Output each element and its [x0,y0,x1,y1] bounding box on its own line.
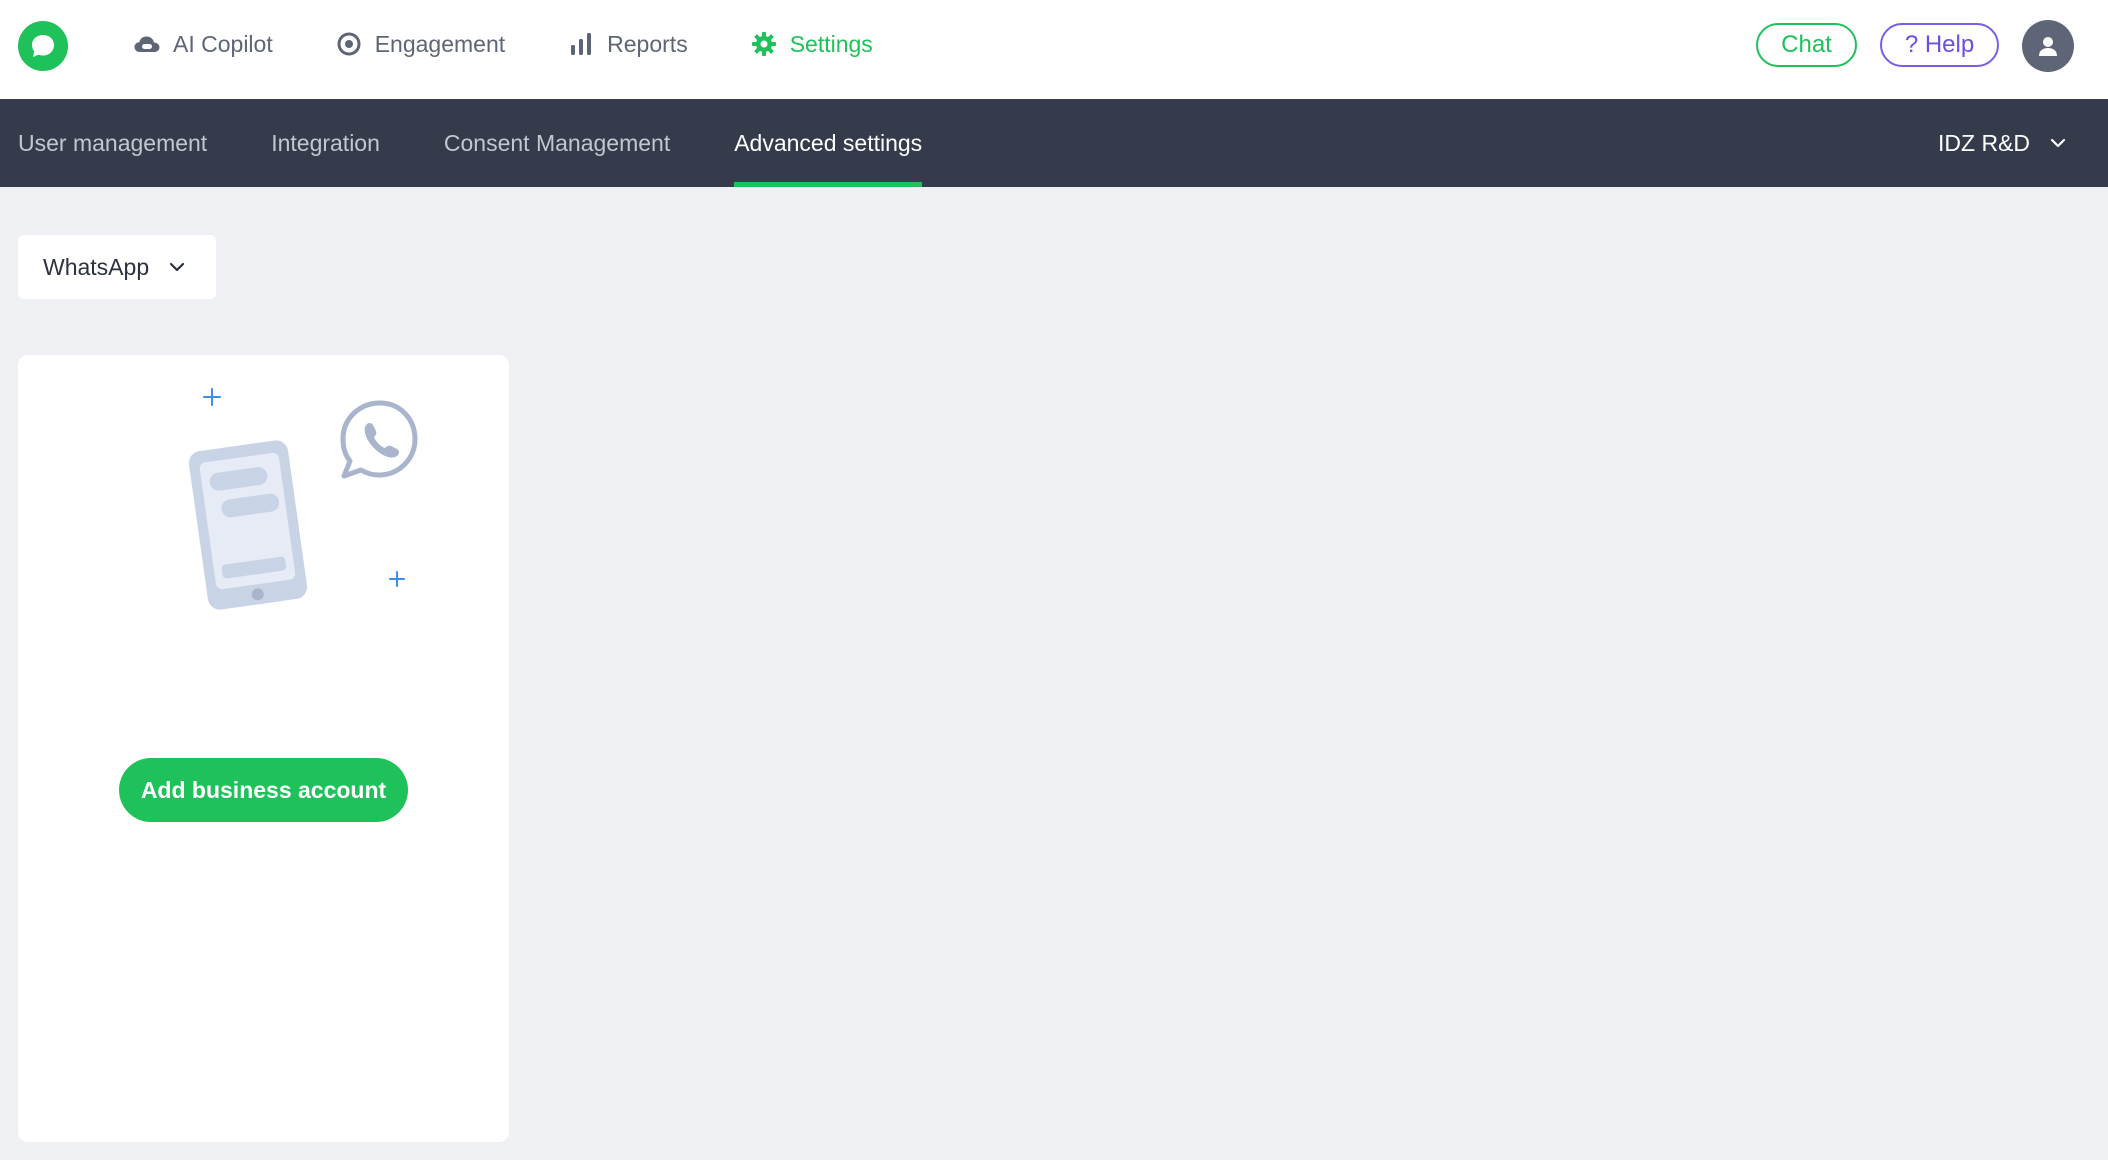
org-switcher[interactable]: IDZ R&D [1938,99,2066,187]
chat-bubble-icon [32,35,54,57]
nav-reports[interactable]: Reports [567,30,688,58]
help-button[interactable]: ? Help [1880,23,1999,67]
nav-label: Engagement [374,30,506,57]
target-icon [335,30,363,58]
avatar[interactable] [2022,20,2074,72]
channel-select[interactable]: WhatsApp [18,235,216,299]
nav-label: Reports [607,30,688,57]
nav-ai-copilot[interactable]: AI Copilot [133,30,273,58]
whatsapp-icon [340,400,418,479]
tab-advanced-settings[interactable]: Advanced settings [734,99,922,187]
settings-subnav: User management Integration Consent Mana… [0,99,2108,187]
chat-button[interactable]: Chat [1756,23,1857,67]
gear-icon [750,30,778,58]
nav-engagement[interactable]: Engagement [335,30,505,58]
tab-user-management[interactable]: User management [18,99,207,187]
chevron-down-icon [2050,138,2066,148]
top-bar: AI Copilot Engagement Reports Settings C… [0,0,2108,99]
tab-consent-management[interactable]: Consent Management [444,99,670,187]
channel-select-value: WhatsApp [43,253,150,280]
user-icon [2039,37,2057,56]
empty-state-card: Add business account [18,355,509,1142]
main-nav: AI Copilot Engagement Reports Settings [133,0,935,88]
app-logo[interactable] [18,21,68,71]
nav-label: AI Copilot [173,30,273,57]
bar-chart-icon [567,30,595,58]
whatsapp-phone-illustration [188,388,418,610]
chevron-down-icon [169,262,185,272]
nav-settings[interactable]: Settings [750,30,873,58]
org-label: IDZ R&D [1938,129,2030,156]
add-business-account-button[interactable]: Add business account [119,758,408,822]
nav-label: Settings [789,30,873,57]
cloud-icon [133,30,161,58]
tab-integration[interactable]: Integration [271,99,380,187]
